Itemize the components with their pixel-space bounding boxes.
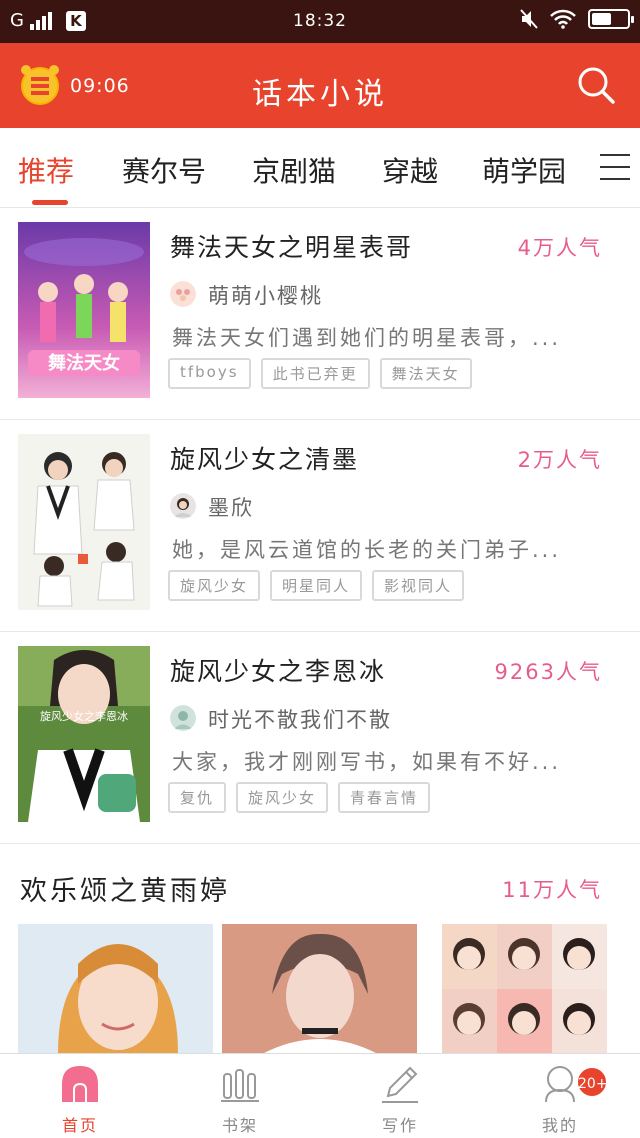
popularity-label: 2万人气 <box>517 448 602 472</box>
page-title: 话本小说 <box>252 77 388 112</box>
featured-image[interactable] <box>222 924 417 1054</box>
cover-title: 旋风少女之李恩冰 <box>40 709 128 723</box>
category-tabs: 推荐 赛尔号 京剧猫 穿越 萌学园 <box>0 128 640 208</box>
tag[interactable]: 明星同人 <box>270 570 363 601</box>
tag-list: 旋风少女 明星同人 影视同人 <box>168 570 465 601</box>
cover-title: 舞法天女 <box>48 352 120 374</box>
tag[interactable]: 青春言情 <box>338 782 431 813</box>
book-description: 大家，我才刚刚写书，如果有不好... <box>172 750 562 774</box>
book-description: 她，是风云道馆的长老的关门弟子... <box>172 538 562 562</box>
book-list-item[interactable]: 旋风少女之李恩冰 旋风少女之李恩冰 9263人气 时光不散我们不散 大家，我才刚… <box>0 632 640 844</box>
tab-time-travel[interactable]: 穿越 <box>382 150 438 190</box>
notification-badge: 20+ <box>576 1066 608 1098</box>
status-bar: G K 18:32 <box>0 0 640 43</box>
home-icon <box>62 1066 98 1102</box>
tag-list: 复仇 旋风少女 青春言情 <box>168 782 431 813</box>
popularity-label: 11万人气 <box>502 878 602 902</box>
mute-icon <box>520 9 538 29</box>
book-title[interactable]: 舞法天女之明星表哥 <box>170 228 413 264</box>
battery-icon <box>588 9 634 29</box>
tab-seer[interactable]: 赛尔号 <box>122 150 206 190</box>
nav-label: 书架 <box>221 1116 258 1135</box>
tag[interactable]: tfboys <box>168 358 251 389</box>
tag[interactable]: 旋风少女 <box>236 782 329 813</box>
pen-icon <box>382 1066 418 1103</box>
book-description: 舞法天女们遇到她们的明星表哥，... <box>172 326 562 350</box>
menu-icon[interactable] <box>600 154 630 180</box>
nav-home[interactable]: 首页 <box>20 1054 140 1138</box>
author-avatar <box>170 493 196 519</box>
nav-label: 写作 <box>381 1116 418 1135</box>
nav-label: 我的 <box>541 1116 578 1135</box>
active-tab-indicator <box>32 200 68 205</box>
book-cover: 舞法天女 <box>18 222 150 398</box>
bottom-nav: 首页 书架 写作 20+ 我的 <box>0 1053 640 1138</box>
app-header: 09:06 话本小说 <box>0 43 640 128</box>
popularity-label: 4万人气 <box>517 236 602 260</box>
tag[interactable]: 影视同人 <box>372 570 465 601</box>
author-avatar <box>170 281 196 307</box>
tag[interactable]: 复仇 <box>168 782 227 813</box>
tab-opera-cat[interactable]: 京剧猫 <box>252 150 336 190</box>
nav-label: 首页 <box>61 1116 98 1135</box>
nav-write[interactable]: 写作 <box>340 1054 460 1138</box>
book-title[interactable]: 旋风少女之清墨 <box>170 440 359 476</box>
tab-recommend[interactable]: 推荐 <box>18 150 74 190</box>
nav-profile[interactable]: 20+ 我的 <box>500 1054 620 1138</box>
bookshelf-icon <box>221 1069 259 1102</box>
book-title[interactable]: 旋风少女之李恩冰 <box>170 652 386 688</box>
featured-image[interactable] <box>18 924 213 1054</box>
featured-image[interactable] <box>442 924 607 1054</box>
book-cover <box>18 434 150 610</box>
tag[interactable]: 此书已弃更 <box>260 358 370 389</box>
author-name[interactable]: 墨欣 <box>208 492 254 522</box>
tab-cute-academy[interactable]: 萌学园 <box>482 150 566 190</box>
search-icon[interactable] <box>576 65 616 105</box>
book-cover: 旋风少女之李恩冰 <box>18 646 150 822</box>
featured-book[interactable]: 欢乐颂之黄雨婷 11万人气 <box>0 843 640 1054</box>
wifi-icon <box>550 9 576 29</box>
profile-icon <box>545 1066 575 1103</box>
author-name[interactable]: 时光不散我们不散 <box>208 704 392 734</box>
tag[interactable]: 舞法天女 <box>379 358 472 389</box>
tag-list: tfboys 此书已弃更 舞法天女 <box>168 358 472 389</box>
book-list-item[interactable]: 旋风少女之清墨 2万人气 墨欣 她，是风云道馆的长老的关门弟子... 旋风少女 … <box>0 420 640 632</box>
author-name[interactable]: 萌萌小樱桃 <box>208 280 323 310</box>
nav-bookshelf[interactable]: 书架 <box>180 1054 300 1138</box>
author-avatar <box>170 705 196 731</box>
popularity-label: 9263人气 <box>494 660 602 684</box>
tag[interactable]: 旋风少女 <box>168 570 261 601</box>
book-list-item[interactable]: 舞法天女 舞法天女之明星表哥 4万人气 萌萌小樱桃 舞法天女们遇到她们的明星表哥… <box>0 208 640 420</box>
featured-title[interactable]: 欢乐颂之黄雨婷 <box>20 869 230 908</box>
